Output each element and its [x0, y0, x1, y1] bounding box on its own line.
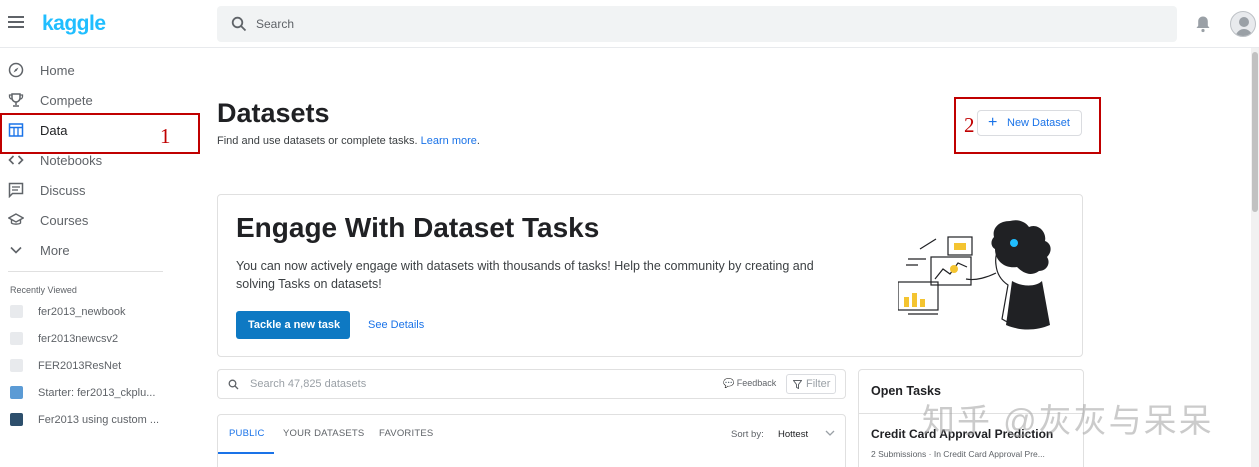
code-icon [8, 155, 24, 165]
bell-icon[interactable] [1195, 15, 1211, 33]
recently-viewed-label: fer2013newcsv2 [38, 333, 119, 345]
recently-viewed-item[interactable]: fer2013_newbook [10, 302, 200, 322]
search-icon [231, 16, 247, 32]
filter-icon [793, 380, 802, 389]
scrollbar-thumb[interactable] [1252, 52, 1258, 212]
menu-icon[interactable] [8, 16, 24, 30]
chevron-down-icon[interactable] [825, 429, 835, 437]
sidebar-item-courses[interactable]: Courses [0, 205, 200, 235]
tab-your-datasets[interactable]: YOUR DATASETS [283, 428, 364, 439]
recently-viewed-label: FER2013ResNet [38, 360, 122, 372]
sidebar-item-label: Compete [40, 93, 93, 108]
sort-dropdown[interactable]: Hottest [778, 429, 808, 440]
subtitle-text: Find and use datasets or complete tasks. [217, 135, 418, 147]
dataset-thumbnail [10, 359, 23, 372]
dataset-search-placeholder: Search 47,825 datasets [250, 378, 367, 390]
sort-label: Sort by: [731, 429, 764, 440]
user-avatar[interactable] [1230, 11, 1256, 37]
recently-viewed-label: fer2013_newbook [38, 306, 126, 318]
banner-heading: Engage With Dataset Tasks [236, 212, 600, 243]
sidebar-item-label: More [40, 243, 70, 258]
feedback-label: Feedback [736, 378, 777, 388]
sidebar-item-discuss[interactable]: Discuss [0, 175, 200, 205]
dataset-thumbnail [10, 305, 23, 318]
chevron-down-icon [10, 246, 22, 254]
tackle-task-button[interactable]: Tackle a new task [236, 311, 350, 339]
recently-viewed-title: Recently Viewed [10, 285, 77, 295]
notebook-thumbnail [10, 413, 23, 426]
sidebar-item-label: Courses [40, 213, 89, 228]
person-with-charts-illustration [898, 220, 1051, 330]
recently-viewed-item[interactable]: Fer2013 using custom ... [10, 410, 200, 430]
sidebar-item-home[interactable]: Home [0, 55, 200, 85]
search-placeholder: Search [256, 17, 295, 31]
search-icon [228, 379, 239, 390]
dataset-tabs-panel: PUBLIC YOUR DATASETS FAVORITES Sort by: … [217, 414, 846, 467]
feedback-link[interactable]: 💬 Feedback [723, 378, 776, 389]
sidebar-item-more[interactable]: More [0, 235, 200, 265]
learn-more-link[interactable]: Learn more [421, 135, 477, 147]
kaggle-logo[interactable]: kaggle [42, 12, 106, 36]
new-dataset-button[interactable]: + New Dataset [977, 110, 1082, 136]
sidebar-divider [8, 271, 163, 272]
annotation-number-1: 1 [160, 124, 171, 148]
sidebar-item-label: Home [40, 63, 75, 78]
sidebar-item-compete[interactable]: Compete [0, 85, 200, 115]
banner-body: You can now actively engage with dataset… [236, 259, 814, 291]
tasks-banner: Engage With Dataset Tasks You can now ac… [217, 194, 1083, 357]
page-scrollbar[interactable] [1251, 48, 1259, 467]
subtitle-period: . [476, 135, 480, 147]
tackle-task-label: Tackle a new task [248, 319, 341, 331]
recently-viewed-label: Fer2013 using custom ... [38, 414, 160, 426]
see-details-link[interactable]: See Details [368, 319, 424, 331]
plus-icon: + [988, 114, 998, 131]
feedback-icon: 💬 [723, 378, 735, 388]
recently-viewed-label: Starter: fer2013_ckplu... [38, 387, 156, 399]
page-subtitle: Find and use datasets or complete tasks.… [217, 135, 480, 147]
tab-favorites[interactable]: FAVORITES [379, 428, 433, 439]
dataset-thumbnail [10, 332, 23, 345]
comment-icon [8, 182, 24, 198]
tab-public[interactable]: PUBLIC [229, 428, 265, 439]
sidebar-item-label: Discuss [40, 183, 86, 198]
zhihu-watermark: 知乎 @灰灰与呆呆 [922, 402, 1214, 439]
sidebar-item-label: Notebooks [40, 153, 103, 168]
notebook-thumbnail [10, 386, 23, 399]
top-bar: kaggle Search [0, 0, 1259, 48]
recently-viewed-item[interactable]: Starter: fer2013_ckplu... [10, 383, 200, 403]
recently-viewed-item[interactable]: fer2013newcsv2 [10, 329, 200, 349]
task-meta: 2 Submissions · In Credit Card Approval … [871, 449, 1045, 459]
school-icon [8, 213, 24, 225]
annotation-number-2: 2 [964, 113, 975, 137]
global-search-input[interactable]: Search [217, 6, 1177, 42]
page-title: Datasets [217, 98, 330, 128]
active-tab-indicator [218, 452, 274, 454]
compass-icon [8, 62, 24, 78]
new-dataset-label: New Dataset [1007, 117, 1070, 129]
recently-viewed-item[interactable]: FER2013ResNet [10, 356, 200, 376]
filter-button[interactable]: Filter [786, 374, 836, 394]
dataset-search-bar[interactable]: Search 47,825 datasets 💬 Feedback Filter [217, 369, 846, 399]
filter-label: Filter [806, 378, 831, 390]
trophy-icon [8, 93, 24, 107]
sidebar: Home Compete Data Notebooks Discuss Cour… [0, 48, 200, 467]
